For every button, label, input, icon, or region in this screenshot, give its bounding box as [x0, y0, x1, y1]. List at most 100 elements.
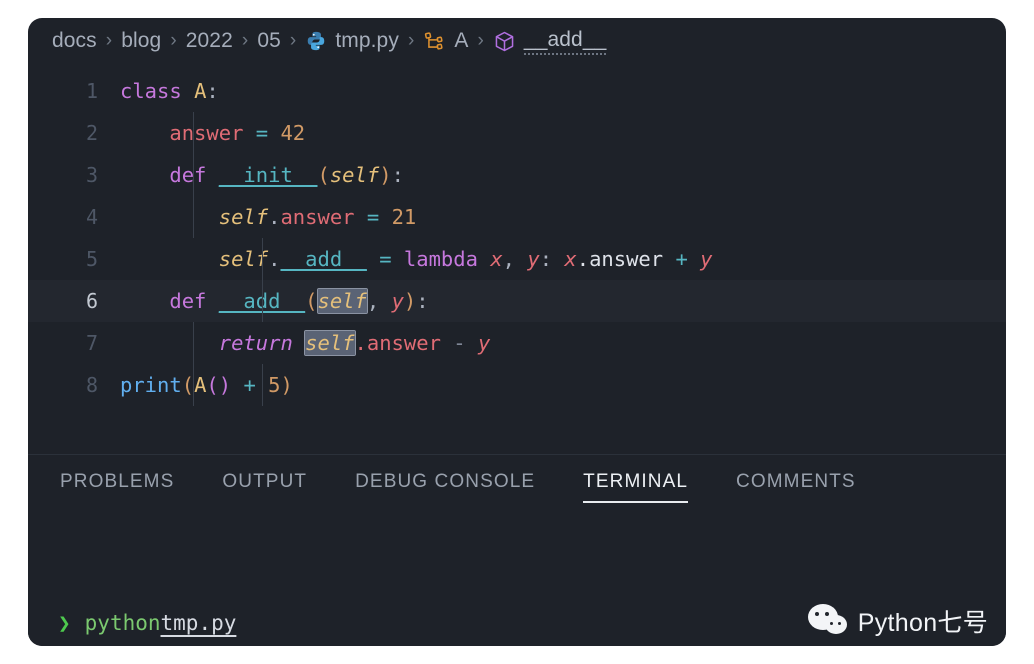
token-paren: ) [379, 163, 392, 187]
breadcrumb-item-docs[interactable]: docs [52, 29, 97, 53]
tab-output[interactable]: OUTPUT [222, 471, 307, 501]
token-self-highlighted: self [316, 288, 368, 314]
code-text[interactable]: self.__add__ = lambda x, y: x.answer + y [120, 238, 1006, 280]
token-param: y [527, 247, 540, 271]
token-param: y [700, 247, 713, 271]
token-function: __init__ [218, 163, 318, 187]
line-number: 1 [85, 79, 98, 103]
token-operator: = [366, 205, 380, 229]
code-text[interactable]: class A: [120, 70, 1006, 112]
token-operator: + [675, 247, 688, 271]
token-builtin: print [120, 373, 182, 397]
panel-tab-bar[interactable]: PROBLEMS OUTPUT DEBUG CONSOLE TERMINAL C… [28, 455, 1006, 517]
token-paren: ( [181, 373, 195, 397]
line-number: 8 [85, 373, 98, 397]
code-line[interactable]: 1 class A: [28, 70, 1006, 112]
code-line[interactable]: 8 print(A() + 5) [28, 364, 1006, 406]
line-number: 6 [85, 289, 98, 313]
token-param: x [564, 247, 577, 271]
token-variable: answer [280, 205, 355, 229]
token-self: self [218, 205, 269, 229]
python-file-icon [305, 30, 327, 52]
breadcrumb-item-class[interactable]: A [454, 29, 468, 53]
breadcrumb-separator: › [289, 30, 297, 51]
breadcrumb-separator: › [407, 30, 415, 51]
token-function: __add__ [280, 247, 367, 271]
token-colon: : [539, 247, 553, 271]
breadcrumb-separator: › [477, 30, 484, 51]
breadcrumb-item-2022[interactable]: 2022 [186, 29, 233, 53]
token-keyword-return: return [218, 331, 293, 355]
token-function: __add__ [218, 289, 306, 313]
token-keyword: def [169, 289, 207, 313]
breadcrumb-item-method[interactable]: __add__ [523, 28, 607, 55]
token-attribute: answer [589, 247, 664, 271]
code-line[interactable]: 2 answer = 42 [28, 112, 1006, 154]
line-number: 7 [85, 331, 98, 355]
token-comma: , [366, 289, 380, 313]
terminal-output[interactable]: ❯python tmp.py 16 ~/gitee/somenzz/push_b… [28, 517, 1006, 646]
token-self: self [329, 163, 380, 187]
token-class-name: A [194, 79, 207, 103]
line-number: 3 [85, 163, 98, 187]
token-operator: + [243, 373, 256, 397]
token-paren: ( [317, 163, 330, 187]
token-colon: : [391, 163, 404, 187]
token-self-highlighted: self [304, 330, 356, 356]
token-dot: . [354, 331, 367, 355]
tab-comments[interactable]: COMMENTS [736, 471, 856, 501]
code-line[interactable]: 7 return self.answer - y [28, 322, 1006, 364]
method-symbol-icon [493, 30, 516, 53]
token-class-name: A [194, 373, 207, 397]
token-variable: answer [169, 121, 244, 145]
code-text[interactable]: def __init__(self): [120, 154, 1006, 196]
line-number: 5 [85, 247, 98, 271]
breadcrumb[interactable]: docs › blog › 2022 › 05 › tmp.py › A › _… [28, 18, 1006, 64]
breadcrumb-separator: › [241, 30, 249, 51]
breadcrumb-item-blog[interactable]: blog [121, 29, 161, 53]
token-paren: ) [280, 373, 293, 397]
tab-problems[interactable]: PROBLEMS [60, 471, 174, 501]
code-editor[interactable]: 1 class A: 2 answer = 42 3 def __init__(… [28, 64, 1006, 454]
token-number: 21 [391, 205, 417, 229]
token-colon: : [416, 289, 429, 313]
token-operator: = [379, 247, 392, 271]
terminal-command-line: ❯ python tmp.py [58, 603, 1006, 643]
token-number: 42 [280, 121, 306, 145]
token-keyword: class [120, 79, 182, 103]
breadcrumb-item-05[interactable]: 05 [257, 29, 281, 53]
prompt-arrow-icon: ❯ [58, 611, 71, 635]
token-comma: , [502, 247, 515, 271]
tab-terminal[interactable]: TERMINAL [583, 471, 688, 503]
token-paren: ( [305, 289, 318, 313]
code-text[interactable]: print(A() + 5) [120, 364, 1006, 406]
token-colon: : [206, 79, 219, 103]
terminal-argument[interactable]: tmp.py [161, 603, 237, 643]
class-symbol-icon [423, 30, 446, 53]
token-paren: ( [206, 373, 219, 397]
breadcrumb-item-file[interactable]: tmp.py [335, 29, 399, 53]
token-dot: . [268, 247, 281, 271]
line-number: 4 [85, 205, 98, 229]
token-param: y [391, 289, 404, 313]
code-text[interactable]: answer = 42 [120, 112, 1006, 154]
code-text[interactable]: def __add__(self, y): [120, 280, 1006, 322]
code-line-active[interactable]: 6 def __add__(self, y): [28, 280, 1006, 322]
code-line[interactable]: 4 self.answer = 21 [28, 196, 1006, 238]
token-operator: - [453, 331, 466, 355]
bottom-panel: PROBLEMS OUTPUT DEBUG CONSOLE TERMINAL C… [28, 454, 1006, 646]
token-operator: = [255, 121, 269, 145]
screenshot-root: docs › blog › 2022 › 05 › tmp.py › A › _… [0, 0, 1034, 664]
terminal-program: python [84, 611, 161, 635]
token-param: x [490, 247, 503, 271]
token-paren: ) [218, 373, 232, 397]
token-self: self [218, 247, 269, 271]
tab-debug-console[interactable]: DEBUG CONSOLE [355, 471, 535, 501]
code-line[interactable]: 3 def __init__(self): [28, 154, 1006, 196]
code-line[interactable]: 5 self.__add__ = lambda x, y: x.answer +… [28, 238, 1006, 280]
code-text[interactable]: return self.answer - y [120, 322, 1006, 364]
code-text[interactable]: self.answer = 21 [120, 196, 1006, 238]
vscode-window: docs › blog › 2022 › 05 › tmp.py › A › _… [28, 18, 1006, 646]
token-param: y [477, 331, 491, 355]
token-paren: ) [403, 289, 417, 313]
